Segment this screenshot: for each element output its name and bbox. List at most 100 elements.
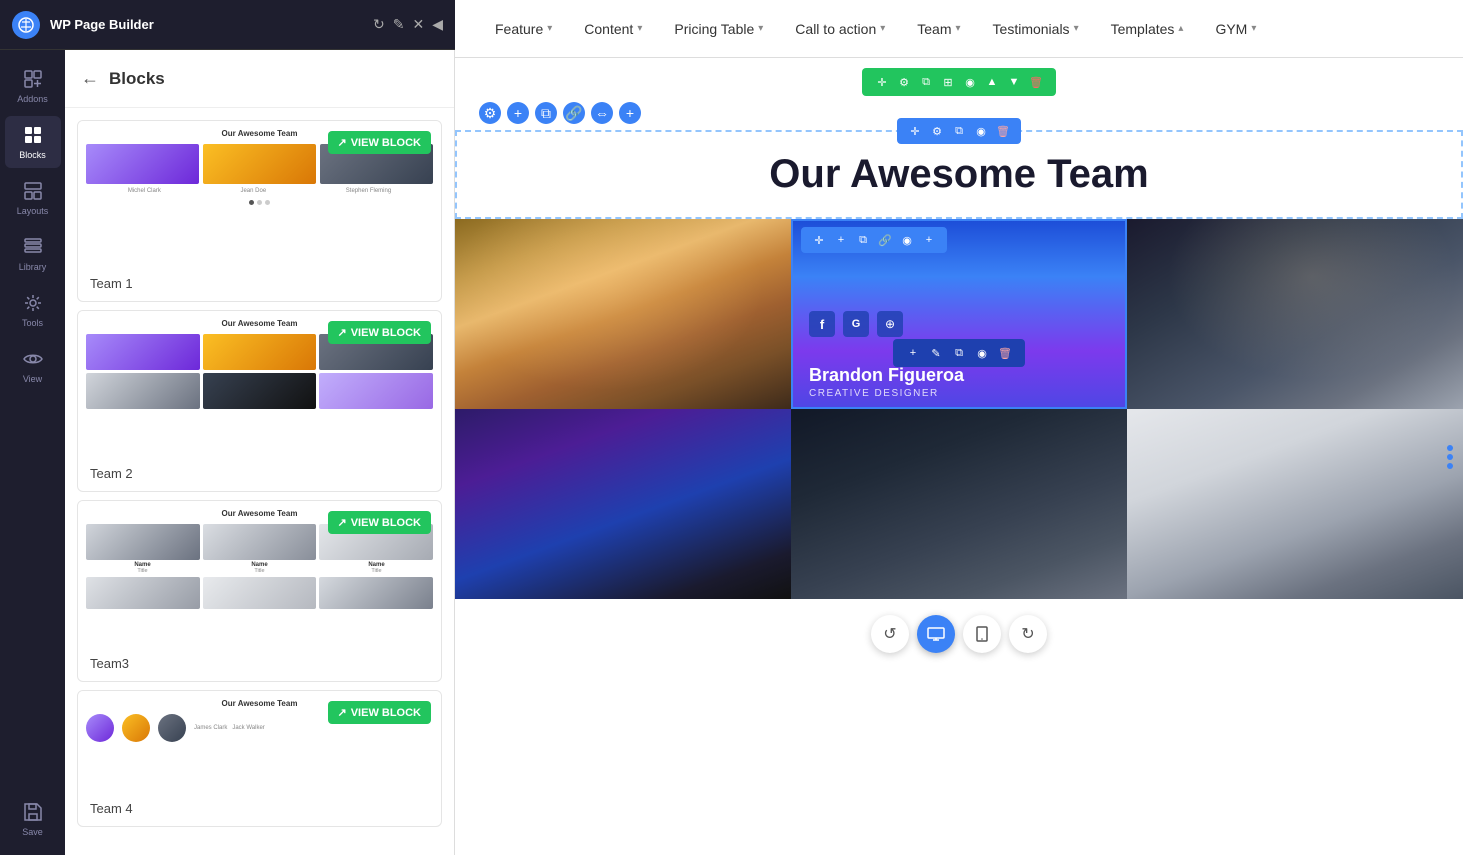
block-item-team4[interactable]: Our Awesome Team James Clark Jack Walker… (77, 690, 442, 827)
collapse-icon[interactable]: ◀ (432, 16, 443, 33)
card2-add-icon[interactable]: + (831, 230, 851, 250)
nav-feature[interactable]: Feature ▾ (479, 0, 568, 57)
nav-content[interactable]: Content ▾ (568, 0, 658, 57)
nav-pricing-table[interactable]: Pricing Table ▾ (658, 0, 779, 57)
sidebar-item-save[interactable]: Save (5, 793, 61, 845)
team-card-1 (455, 219, 791, 409)
block-preview-team4: Our Awesome Team James Clark Jack Walker… (78, 691, 441, 791)
heading-hide-icon[interactable]: ◉ (971, 121, 991, 141)
undo-button[interactable]: ↺ (871, 615, 909, 653)
heading-delete-icon[interactable]: 🗑 (993, 121, 1013, 141)
card2-move-icon[interactable]: ✛ (809, 230, 829, 250)
chevron-down-icon: ▾ (637, 23, 642, 34)
block-item-team3[interactable]: Our Awesome Team NameTitle NameTitle Nam… (77, 500, 442, 682)
sidebar-item-view[interactable]: View (5, 340, 61, 392)
widget-add-icon[interactable]: + (903, 343, 923, 363)
sidebar: Addons Blocks (0, 50, 65, 855)
layouts-label: Layouts (17, 206, 49, 216)
nav-gym[interactable]: GYM ▾ (1199, 0, 1272, 57)
save-icon (22, 801, 44, 823)
block-label-team4: Team 4 (78, 791, 441, 826)
close-icon[interactable]: ✕ (412, 16, 424, 33)
wp-header: WP Page Builder ↻ ✎ ✕ ◀ (0, 0, 455, 50)
block-item-team2[interactable]: Our Awesome Team (77, 310, 442, 492)
row-delete-icon[interactable]: 🗑 (1026, 72, 1046, 92)
view-block-btn-team2[interactable]: ↗ VIEW BLOCK (328, 321, 432, 344)
widget-delete-icon[interactable]: 🗑 (995, 343, 1015, 363)
col-link-btn[interactable]: 🔗 (563, 102, 585, 124)
addons-icon (22, 68, 44, 90)
row-copy-icon[interactable]: ⧉ (916, 72, 936, 92)
row-clone-icon[interactable]: ⊞ (938, 72, 958, 92)
sidebar-item-layouts[interactable]: Layouts (5, 172, 61, 224)
nav-testimonials[interactable]: Testimonials ▾ (977, 0, 1095, 57)
team-member-role: CREATIVE DESIGNER (809, 388, 964, 399)
row-down-icon[interactable]: ▼ (1004, 72, 1024, 92)
blocks-header: ← Blocks (65, 50, 454, 108)
nav-templates[interactable]: Templates ▴ (1095, 0, 1200, 57)
col-expand-btn[interactable]: ⇔ (591, 102, 613, 124)
card2-hide-icon[interactable]: ◉ (897, 230, 917, 250)
sidebar-item-blocks[interactable]: Blocks (5, 116, 61, 168)
nav-team[interactable]: Team ▾ (901, 0, 976, 57)
three-dots-handle[interactable] (1447, 445, 1453, 469)
sidebar-item-addons[interactable]: Addons (5, 60, 61, 112)
header-icons: ↻ ✎ ✕ ◀ (373, 16, 443, 33)
facebook-icon[interactable]: f (809, 311, 835, 337)
row-up-icon[interactable]: ▲ (982, 72, 1002, 92)
view-block-btn-team3[interactable]: ↗ VIEW BLOCK (328, 511, 432, 534)
chevron-down-icon: ▾ (547, 23, 552, 34)
edit-icon[interactable]: ✎ (393, 16, 405, 33)
heading-settings-icon[interactable]: ⚙ (927, 121, 947, 141)
chevron-down-icon: ▾ (758, 23, 763, 34)
sidebar-item-library[interactable]: Library (5, 228, 61, 280)
sync-icon[interactable]: ↻ (373, 16, 385, 33)
wp-logo (12, 11, 40, 39)
chevron-down-icon: ▾ (956, 23, 961, 34)
row-hide-icon[interactable]: ◉ (960, 72, 980, 92)
nav-call-to-action[interactable]: Call to action ▾ (779, 0, 901, 57)
widget-edit-icon[interactable]: ✎ (926, 343, 946, 363)
sidebar-item-tools[interactable]: Tools (5, 284, 61, 336)
layouts-icon (22, 180, 44, 202)
row-move-icon[interactable]: ✛ (872, 72, 892, 92)
row-add-btn[interactable]: + (619, 102, 641, 124)
github-icon[interactable]: ⊕ (877, 311, 903, 337)
view-block-btn-team4[interactable]: ↗ VIEW BLOCK (328, 701, 432, 724)
row-settings-icon[interactable]: ⚙ (894, 72, 914, 92)
card2-plus2-icon[interactable]: + (919, 230, 939, 250)
desktop-view-button[interactable] (917, 615, 955, 653)
top-nav: Feature ▾ Content ▾ Pricing Table ▾ Call… (455, 0, 1463, 58)
block-label-team2: Team 2 (78, 456, 441, 491)
canvas-content: ✛ ⚙ ⧉ ⊞ ◉ ▲ ▼ 🗑 ⚙ + ⧉ 🔗 ⇔ + (455, 58, 1463, 855)
chevron-down-icon: ▾ (1074, 23, 1079, 34)
view-label: View (23, 374, 42, 384)
save-label: Save (22, 827, 43, 837)
widget-copy-icon[interactable]: ⧉ (949, 343, 969, 363)
view-icon (22, 348, 44, 370)
col-copy-btn[interactable]: ⧉ (535, 102, 557, 124)
col-settings-btn[interactable]: ⚙ (479, 102, 501, 124)
card2-link-icon[interactable]: 🔗 (875, 230, 895, 250)
card2-copy-icon[interactable]: ⧉ (853, 230, 873, 250)
chevron-down-icon: ▾ (880, 23, 885, 34)
team-card-5 (791, 409, 1127, 599)
team-card-4 (455, 409, 791, 599)
team-card-2: ✛ + ⧉ 🔗 ◉ + f G ⊕ (791, 219, 1127, 409)
view-block-btn-team1[interactable]: ↗ VIEW BLOCK (328, 131, 432, 154)
library-label: Library (19, 262, 47, 272)
widget-hide-icon[interactable]: ◉ (972, 343, 992, 363)
block-item-team1[interactable]: Our Awesome Team Michel ClarkJean DoeSte… (77, 120, 442, 302)
addons-label: Addons (17, 94, 48, 104)
tablet-view-button[interactable] (963, 615, 1001, 653)
col-add-btn[interactable]: + (507, 102, 529, 124)
canvas-area: ✛ ⚙ ⧉ ⊞ ◉ ▲ ▼ 🗑 ⚙ + ⧉ 🔗 ⇔ + (455, 58, 1463, 855)
google-icon[interactable]: G (843, 311, 869, 337)
app-title: WP Page Builder (50, 17, 363, 32)
heading-copy-icon[interactable]: ⧉ (949, 121, 969, 141)
redo-button[interactable]: ↻ (1009, 615, 1047, 653)
back-button[interactable]: ← (81, 68, 99, 89)
heading-move-icon[interactable]: ✛ (905, 121, 925, 141)
block-preview-team2: Our Awesome Team (78, 311, 441, 456)
block-label-team3: Team3 (78, 646, 441, 681)
